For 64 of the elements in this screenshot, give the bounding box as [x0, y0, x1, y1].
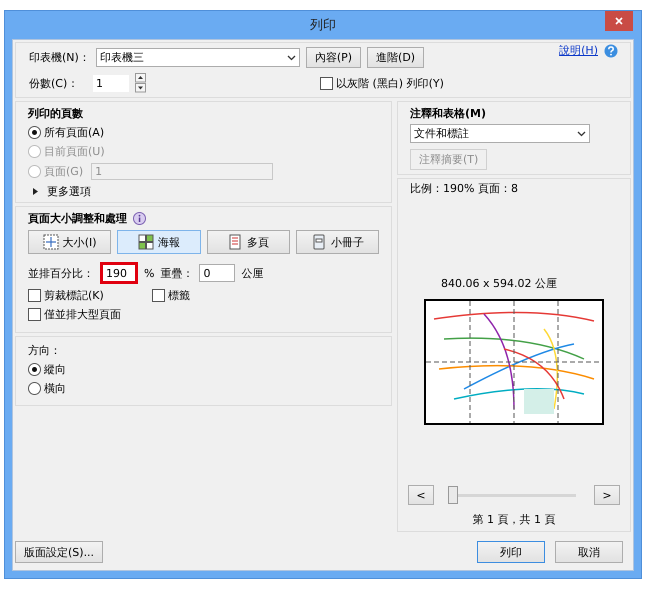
checkbox-label: 標籤 [168, 288, 190, 303]
info-icon [133, 212, 146, 225]
page-setup-button[interactable]: 版面設定(S)... [15, 541, 104, 563]
previous-page-button[interactable]: < [408, 485, 434, 505]
tile-scale-label: 並排百分比： [28, 266, 94, 280]
overlap-field[interactable]: 0 [199, 264, 236, 282]
copies-field[interactable]: 1 [93, 74, 129, 92]
page-range-field: 1 [91, 163, 274, 180]
comments-dropdown[interactable]: 文件和標註 [410, 124, 590, 143]
radio-button[interactable] [28, 382, 41, 395]
help-link[interactable]: 說明(H) [559, 43, 598, 58]
cancel-button[interactable]: 取消 [555, 541, 623, 563]
mode-tab[interactable]: 多頁 [206, 230, 290, 254]
unit-label: 公厘 [241, 266, 264, 280]
checkbox-label: 以灰階 (黑白) 列印(Y) [336, 76, 444, 90]
section-title: 方向： [28, 343, 62, 358]
radio-button[interactable] [28, 126, 41, 139]
percent-label: % [144, 266, 154, 280]
printer-dropdown[interactable]: 印表機三 [96, 48, 300, 67]
page-slider-thumb[interactable] [448, 486, 458, 504]
tile-scale-field[interactable]: 190 [100, 262, 138, 284]
scale-text: 比例：190% 頁面：8 [410, 181, 518, 196]
help-icon [604, 44, 618, 58]
checkbox[interactable] [320, 76, 333, 90]
comments-value: 文件和標註 [414, 126, 469, 141]
section-title: 列印的頁數 [28, 106, 84, 121]
checkbox[interactable] [152, 289, 165, 302]
printer-value: 印表機三 [100, 50, 144, 65]
mode-tab[interactable]: 小冊子 [296, 230, 379, 254]
overlap-label: 重疊： [160, 266, 194, 280]
stacked-pages-icon [227, 234, 244, 250]
spinner-arrows-icon [135, 73, 146, 93]
checkbox-label: 剪裁標記(K) [44, 288, 104, 303]
section-title: 頁面大小調整和處理 [28, 211, 127, 226]
chevron-down-icon [286, 54, 296, 60]
close-button[interactable] [605, 11, 633, 31]
more-options-toggle[interactable]: 更多選項 [47, 184, 91, 199]
advanced-button[interactable]: 進階(D) [367, 47, 424, 68]
close-icon [615, 17, 623, 25]
checkbox[interactable] [28, 308, 41, 321]
radio-label: 橫向 [44, 381, 66, 396]
radio-label: 縱向 [44, 362, 66, 377]
printer-label: 印表機(N)： [29, 50, 90, 65]
radio-label: 目前頁面(U) [44, 144, 105, 159]
properties-button[interactable]: 內容(P) [306, 47, 362, 68]
radio-button[interactable] [28, 363, 41, 376]
tiled-pages-icon [138, 234, 154, 250]
mode-tab[interactable]: 大小(I) [28, 230, 112, 254]
radio-label: 頁面(G) [44, 164, 84, 179]
section-title: 注釋和表格(M) [410, 106, 488, 121]
triangle-right-icon[interactable] [32, 188, 39, 195]
resize-arrows-icon [42, 234, 59, 250]
mode-tab[interactable]: 海報 [117, 230, 200, 254]
page-indicator: 第 1 頁，共 1 頁 [472, 512, 556, 527]
chevron-down-icon [577, 130, 586, 136]
checkbox[interactable] [28, 289, 41, 302]
next-page-button[interactable]: > [594, 485, 620, 505]
print-button[interactable]: 列印 [477, 541, 545, 563]
booklet-icon [310, 234, 327, 250]
checkbox-label: 僅並排大型頁面 [44, 307, 121, 322]
copies-label: 份數(C)： [29, 76, 80, 90]
window-title: 列印 [310, 17, 336, 34]
radio-label: 所有頁面(A) [44, 125, 104, 140]
page-dimensions: 840.06 x 594.02 公厘 [441, 276, 557, 291]
